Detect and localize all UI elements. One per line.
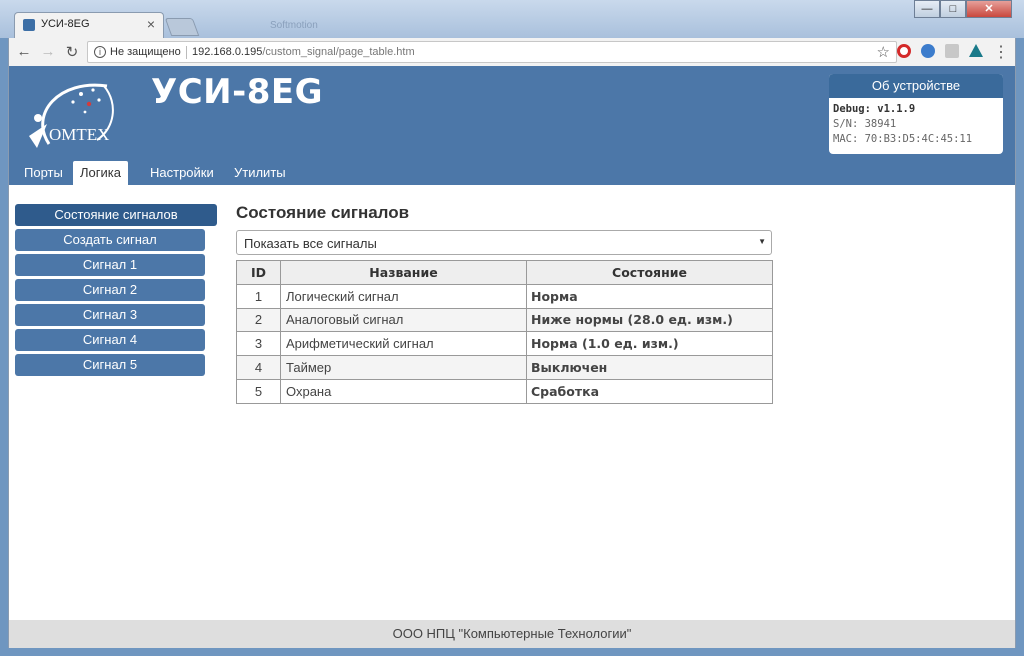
sidebar-item-signal-2[interactable]: Сигнал 2 [15, 279, 205, 301]
url-host: 192.168.0.195 [192, 46, 263, 58]
window-minimize-button[interactable]: — [914, 0, 940, 18]
cell-name: Таймер [280, 355, 527, 380]
forward-arrow-icon[interactable]: → [39, 43, 57, 60]
new-tab-button[interactable] [164, 18, 200, 36]
security-label[interactable]: Не защищено [110, 46, 181, 58]
cell-name: Охрана [280, 378, 527, 404]
url-text[interactable]: 192.168.0.195/custom_signal/page_table.h… [192, 46, 415, 58]
column-header-id: ID [236, 260, 281, 285]
web-page: OMTEX УСИ-8EG Об устройстве Debug: v1.1.… [8, 66, 1016, 648]
page-footer: ООО НПЦ "Компьютерные Технологии" [9, 620, 1015, 648]
table-row: 5 Охрана Сработка [236, 378, 773, 404]
tab-settings[interactable]: Настройки [143, 161, 221, 185]
table-row: 2 Аналоговый сигнал Ниже нормы (28.0 ед.… [236, 307, 773, 333]
sidebar-item-signal-1[interactable]: Сигнал 1 [15, 254, 205, 276]
cell-id: 3 [236, 331, 281, 357]
triangle-extension-icon[interactable] [969, 44, 983, 57]
mac-address: MAC: 70:B3:D5:4C:45:11 [833, 133, 973, 145]
cell-id: 1 [236, 283, 281, 309]
chevron-down-icon: ▼ [758, 237, 766, 246]
device-info-title: Об устройстве [829, 74, 1003, 98]
sidebar-item-signal-status[interactable]: Состояние сигналов [15, 204, 217, 226]
komtex-logo: OMTEX [29, 83, 114, 148]
cell-state: Норма [526, 283, 773, 309]
cell-name: Арифметический сигнал [280, 331, 527, 357]
column-header-name: Название [280, 260, 527, 285]
table-row: 4 Таймер Выключен [236, 355, 773, 380]
firmware-version: Debug: v1.1.9 [833, 103, 916, 115]
browser-toolbar: ← → ↻ i Не защищено 192.168.0.195/custom… [8, 38, 1016, 66]
window-maximize-button[interactable]: □ [940, 0, 966, 18]
tab-close-icon[interactable]: × [147, 16, 155, 32]
pdf-extension-icon[interactable] [945, 44, 959, 58]
cell-state: Норма (1.0 ед. изм.) [526, 331, 773, 357]
window-close-button[interactable]: ✕ [966, 0, 1012, 18]
browser-tab-title: УСИ-8EG [41, 18, 90, 30]
sidebar-item-create-signal[interactable]: Создать сигнал [15, 229, 205, 251]
page-title: Состояние сигналов [236, 203, 410, 222]
device-title: УСИ-8EG [151, 72, 324, 112]
cell-state: Выключен [526, 355, 773, 380]
browser-menu-icon[interactable]: ⋮ [993, 42, 1009, 62]
tab-utilities[interactable]: Утилиты [227, 161, 293, 185]
browser-tab[interactable]: УСИ-8EG × [14, 12, 164, 38]
url-path: /custom_signal/page_table.htm [262, 46, 415, 58]
cell-state: Ниже нормы (28.0 ед. изм.) [526, 307, 773, 333]
address-bar[interactable]: i Не защищено 192.168.0.195/custom_signa… [87, 41, 897, 63]
logo-text: OMTEX [49, 125, 109, 144]
serial-number: S/N: 38941 [833, 118, 897, 130]
cell-name: Логический сигнал [280, 283, 527, 309]
bookmark-star-icon[interactable]: ☆ [877, 43, 890, 61]
cell-id: 5 [236, 378, 281, 404]
back-arrow-icon[interactable]: ← [15, 43, 33, 60]
signals-table: ID Название Состояние 1 Логический сигна… [236, 260, 773, 404]
cell-id: 2 [236, 307, 281, 333]
table-header-row: ID Название Состояние [236, 260, 773, 285]
table-row: 1 Логический сигнал Норма [236, 283, 773, 309]
device-info-panel: Об устройстве Debug: v1.1.9 S/N: 38941 M… [829, 74, 1003, 154]
info-icon[interactable]: i [94, 46, 106, 58]
browser-titlebar: УСИ-8EG × Softmotion — □ ✕ [0, 0, 1024, 38]
signal-filter-select[interactable]: Показать все сигналы ▼ [236, 230, 772, 255]
tab-ports[interactable]: Порты [17, 161, 70, 185]
cell-state: Сработка [526, 378, 773, 404]
table-row: 3 Арифметический сигнал Норма (1.0 ед. и… [236, 331, 773, 357]
opera-extension-icon[interactable] [897, 44, 911, 58]
sidebar-item-signal-3[interactable]: Сигнал 3 [15, 304, 205, 326]
column-header-state: Состояние [526, 260, 773, 285]
cell-id: 4 [236, 355, 281, 380]
reload-icon[interactable]: ↻ [63, 43, 81, 61]
tab-logic[interactable]: Логика [73, 161, 128, 185]
device-info-body: Debug: v1.1.9 S/N: 38941 MAC: 70:B3:D5:4… [829, 98, 1003, 151]
site-favicon-icon [23, 19, 35, 31]
page-header: OMTEX УСИ-8EG Об устройстве Debug: v1.1.… [9, 66, 1015, 185]
cell-name: Аналоговый сигнал [280, 307, 527, 333]
sync-extension-icon[interactable] [921, 44, 935, 58]
sidebar-item-signal-5[interactable]: Сигнал 5 [15, 354, 205, 376]
signal-filter-value: Показать все сигналы [244, 236, 377, 251]
address-separator [186, 46, 187, 59]
sidebar-item-signal-4[interactable]: Сигнал 4 [15, 329, 205, 351]
background-tab-label: Softmotion [270, 20, 318, 31]
